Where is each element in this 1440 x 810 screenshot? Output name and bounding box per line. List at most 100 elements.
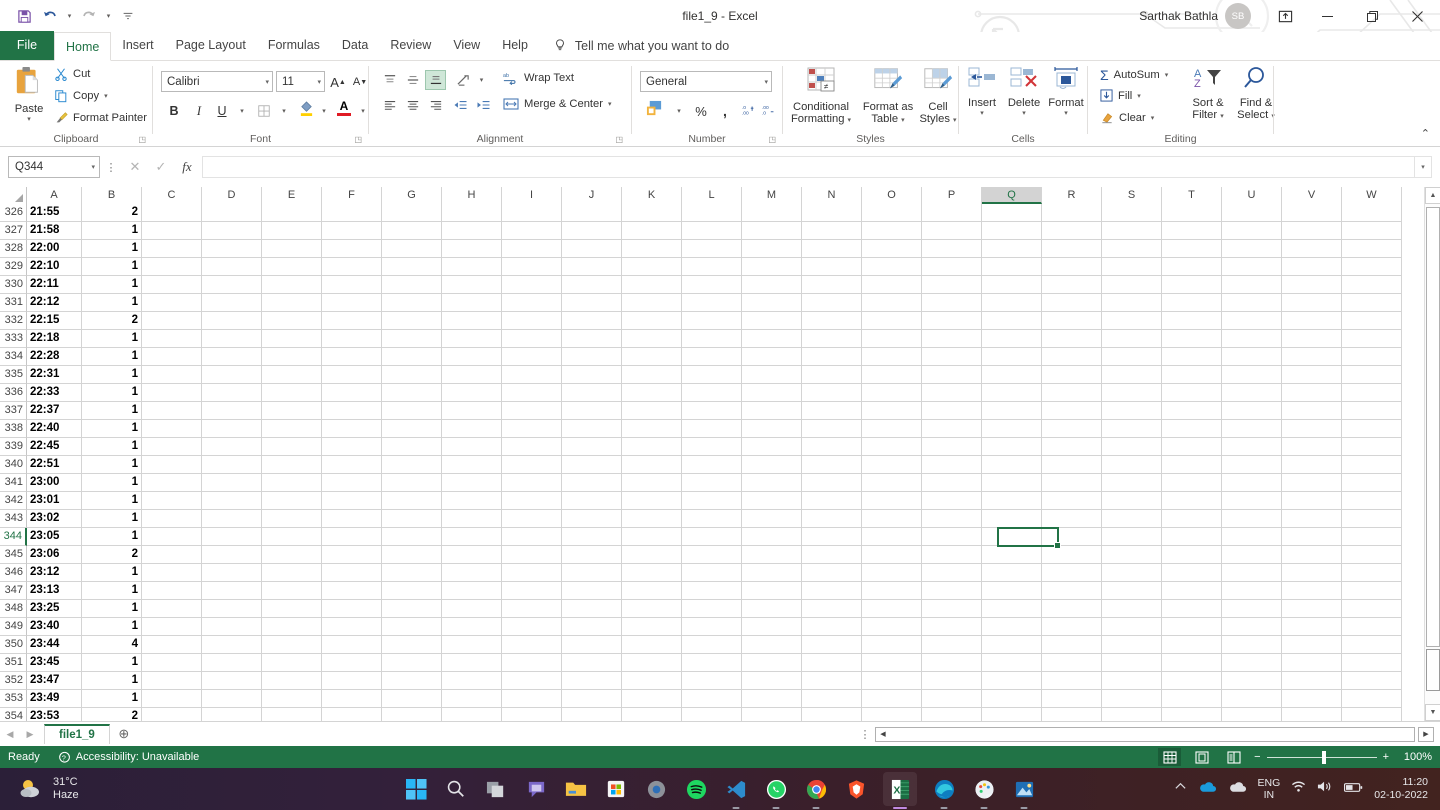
cell-N331[interactable]	[802, 294, 862, 312]
cell-A340[interactable]: 22:51	[27, 456, 82, 474]
cell-U332[interactable]	[1222, 312, 1282, 330]
cell-G346[interactable]	[382, 564, 442, 582]
column-header-e[interactable]: E	[262, 187, 322, 204]
row-header-345[interactable]: 345	[0, 546, 27, 564]
table-row[interactable]: 23:06 2	[27, 546, 1402, 564]
cell-E328[interactable]	[262, 240, 322, 258]
cell-D327[interactable]	[202, 222, 262, 240]
cell-A333[interactable]: 22:18	[27, 330, 82, 348]
microsoft-store-icon[interactable]	[603, 776, 629, 802]
cell-H352[interactable]	[442, 672, 502, 690]
cell-V331[interactable]	[1282, 294, 1342, 312]
cell-M338[interactable]	[742, 420, 802, 438]
cell-D342[interactable]	[202, 492, 262, 510]
cell-S344[interactable]	[1102, 528, 1162, 546]
cell-K337[interactable]	[622, 402, 682, 420]
cell-I333[interactable]	[502, 330, 562, 348]
cell-L345[interactable]	[682, 546, 742, 564]
cell-R328[interactable]	[1042, 240, 1102, 258]
cell-D350[interactable]	[202, 636, 262, 654]
cell-Q333[interactable]	[982, 330, 1042, 348]
cell-O342[interactable]	[862, 492, 922, 510]
cell-W353[interactable]	[1342, 690, 1402, 708]
cell-H342[interactable]	[442, 492, 502, 510]
row-header-346[interactable]: 346	[0, 564, 27, 582]
cell-L354[interactable]	[682, 708, 742, 721]
cell-M334[interactable]	[742, 348, 802, 366]
cell-C334[interactable]	[142, 348, 202, 366]
cell-S326[interactable]	[1102, 204, 1162, 222]
insert-dropdown-icon[interactable]: ▾	[961, 109, 1003, 117]
zoom-slider[interactable]: − +	[1254, 750, 1389, 764]
cell-G329[interactable]	[382, 258, 442, 276]
cell-K335[interactable]	[622, 366, 682, 384]
cell-H327[interactable]	[442, 222, 502, 240]
cell-V343[interactable]	[1282, 510, 1342, 528]
cell-V328[interactable]	[1282, 240, 1342, 258]
format-dropdown-icon[interactable]: ▾	[1045, 109, 1087, 117]
cell-K349[interactable]	[622, 618, 682, 636]
cell-D354[interactable]	[202, 708, 262, 721]
insert-cells-button[interactable]: Insert ▾	[961, 66, 1003, 117]
cell-O352[interactable]	[862, 672, 922, 690]
cell-W340[interactable]	[1342, 456, 1402, 474]
cell-styles-button[interactable]: Cell Styles ▾	[915, 66, 961, 127]
cell-S335[interactable]	[1102, 366, 1162, 384]
tab-insert[interactable]: Insert	[111, 31, 164, 60]
chat-icon[interactable]	[523, 776, 549, 802]
cell-U340[interactable]	[1222, 456, 1282, 474]
cell-R349[interactable]	[1042, 618, 1102, 636]
cell-H335[interactable]	[442, 366, 502, 384]
cell-E350[interactable]	[262, 636, 322, 654]
cell-R354[interactable]	[1042, 708, 1102, 721]
cell-S354[interactable]	[1102, 708, 1162, 721]
cell-O339[interactable]	[862, 438, 922, 456]
cell-L341[interactable]	[682, 474, 742, 492]
cell-I341[interactable]	[502, 474, 562, 492]
cell-V337[interactable]	[1282, 402, 1342, 420]
cell-L331[interactable]	[682, 294, 742, 312]
row-header-334[interactable]: 334	[0, 348, 27, 366]
cell-Q332[interactable]	[982, 312, 1042, 330]
cell-O332[interactable]	[862, 312, 922, 330]
cell-D348[interactable]	[202, 600, 262, 618]
cell-H353[interactable]	[442, 690, 502, 708]
cell-I335[interactable]	[502, 366, 562, 384]
cell-B341[interactable]: 1	[82, 474, 142, 492]
cell-J346[interactable]	[562, 564, 622, 582]
row-header-349[interactable]: 349	[0, 618, 27, 636]
cell-J348[interactable]	[562, 600, 622, 618]
cell-O345[interactable]	[862, 546, 922, 564]
cell-B335[interactable]: 1	[82, 366, 142, 384]
cell-P353[interactable]	[922, 690, 982, 708]
cell-I342[interactable]	[502, 492, 562, 510]
format-as-table-button[interactable]: Format as Table ▾	[859, 66, 917, 127]
cell-A334[interactable]: 22:28	[27, 348, 82, 366]
clear-dropdown-icon[interactable]: ▾	[1151, 114, 1155, 122]
cell-G330[interactable]	[382, 276, 442, 294]
table-row[interactable]: 22:40 1	[27, 420, 1402, 438]
cell-F354[interactable]	[322, 708, 382, 721]
cell-Q347[interactable]	[982, 582, 1042, 600]
cell-R350[interactable]	[1042, 636, 1102, 654]
table-row[interactable]: 22:33 1	[27, 384, 1402, 402]
increase-decimal-button[interactable]: .0.00	[738, 99, 760, 121]
cell-T352[interactable]	[1162, 672, 1222, 690]
cell-B336[interactable]: 1	[82, 384, 142, 402]
format-painter-button[interactable]: Format Painter	[54, 111, 147, 125]
cell-H338[interactable]	[442, 420, 502, 438]
copy-button[interactable]: Copy ▾	[54, 89, 108, 103]
cell-W326[interactable]	[1342, 204, 1402, 222]
paste-button[interactable]: Paste ▾	[8, 65, 50, 123]
cell-Q344[interactable]	[982, 528, 1042, 546]
cell-M331[interactable]	[742, 294, 802, 312]
cell-P334[interactable]	[922, 348, 982, 366]
merge-center-button[interactable]: Merge & Center ▾	[503, 97, 611, 111]
account-info[interactable]: Sarthak Bathla SB	[1139, 3, 1251, 29]
cell-A328[interactable]: 22:00	[27, 240, 82, 258]
cell-M337[interactable]	[742, 402, 802, 420]
cell-K338[interactable]	[622, 420, 682, 438]
cell-N336[interactable]	[802, 384, 862, 402]
cell-W339[interactable]	[1342, 438, 1402, 456]
cell-C330[interactable]	[142, 276, 202, 294]
